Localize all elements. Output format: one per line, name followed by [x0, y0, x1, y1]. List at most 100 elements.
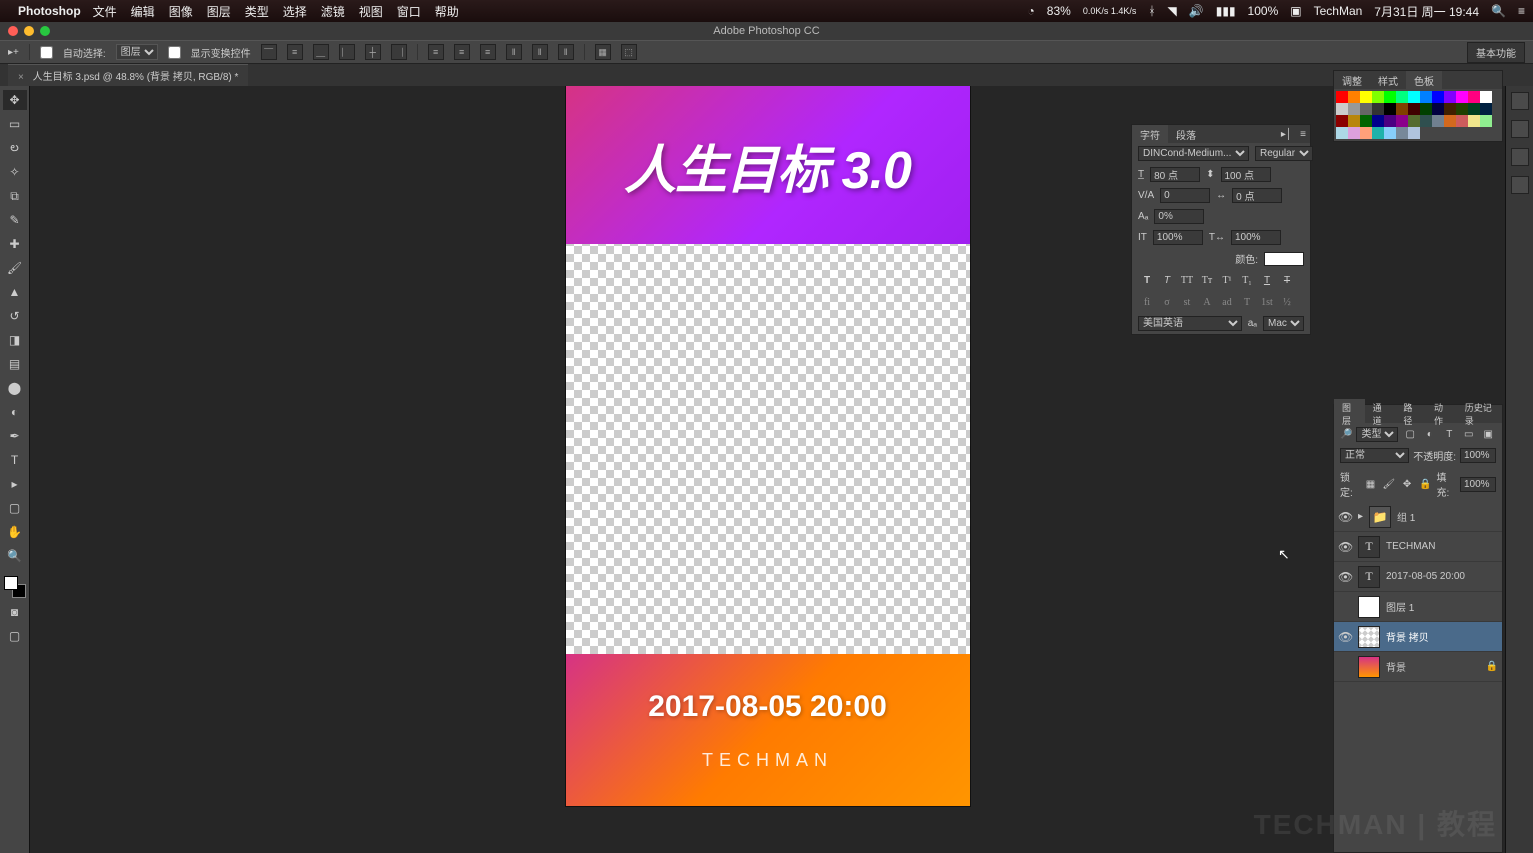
- opentype-fraction-button[interactable]: T: [1238, 294, 1256, 310]
- swatch[interactable]: [1444, 103, 1456, 115]
- hand-tool[interactable]: ✋: [3, 522, 27, 542]
- rectangle-tool[interactable]: ▢: [3, 498, 27, 518]
- swatch[interactable]: [1396, 103, 1408, 115]
- spotlight-icon[interactable]: 🔍: [1491, 4, 1506, 18]
- swatch[interactable]: [1408, 115, 1420, 127]
- lock-position-icon[interactable]: ✥: [1400, 476, 1414, 492]
- swatch[interactable]: [1384, 127, 1396, 139]
- swatch[interactable]: [1360, 127, 1372, 139]
- layer-thumbnail[interactable]: [1358, 656, 1380, 678]
- swatch[interactable]: [1396, 127, 1408, 139]
- status-date[interactable]: 7月31日 周一 19:44: [1374, 3, 1479, 20]
- swatch[interactable]: [1348, 115, 1360, 127]
- opentype-st-button[interactable]: st: [1178, 294, 1196, 310]
- path-selection-tool[interactable]: ▸: [3, 474, 27, 494]
- character-panel[interactable]: 字符 段落 ▸│ ≡ DINCond-Medium... Regular T̲ …: [1131, 124, 1311, 335]
- swatch[interactable]: [1432, 103, 1444, 115]
- group-expand-icon[interactable]: ▸: [1358, 511, 1363, 522]
- swatch[interactable]: [1468, 103, 1480, 115]
- opentype-ordinal-button[interactable]: A: [1198, 294, 1216, 310]
- swatch[interactable]: [1432, 115, 1444, 127]
- document-tab[interactable]: × 人生目标 3.psd @ 48.8% (背景 拷贝, RGB/8) *: [8, 64, 248, 86]
- character-panel-icon[interactable]: [1511, 148, 1529, 166]
- menu-view[interactable]: 视图: [359, 3, 383, 20]
- layer-thumbnail[interactable]: [1358, 596, 1380, 618]
- swatch[interactable]: [1396, 115, 1408, 127]
- swatch[interactable]: [1336, 115, 1348, 127]
- swatch[interactable]: [1336, 103, 1348, 115]
- bluetooth-icon[interactable]: ᚼ: [1148, 4, 1155, 18]
- lock-all-icon[interactable]: 🔒: [1418, 476, 1432, 492]
- foreground-color-swatch[interactable]: [4, 576, 18, 590]
- align-top-edges-icon[interactable]: ⎺: [261, 44, 277, 60]
- fill-input[interactable]: [1460, 477, 1496, 492]
- small-caps-button[interactable]: Tᴛ: [1198, 272, 1216, 288]
- pen-tool[interactable]: ✒: [3, 426, 27, 446]
- swatch[interactable]: [1408, 103, 1420, 115]
- layer-name[interactable]: 背景 拷贝: [1386, 629, 1429, 644]
- filter-pixel-icon[interactable]: ▢: [1402, 426, 1418, 442]
- font-size-input[interactable]: [1150, 167, 1200, 182]
- foreground-background-colors[interactable]: [4, 576, 26, 598]
- swatch[interactable]: [1372, 115, 1384, 127]
- vscale-input[interactable]: [1153, 230, 1203, 245]
- layer-row[interactable]: 背景🔒: [1334, 652, 1502, 682]
- swatches-panel[interactable]: 调整 样式 色板: [1333, 70, 1503, 142]
- menu-select[interactable]: 选择: [283, 3, 307, 20]
- filter-shape-icon[interactable]: ▭: [1461, 426, 1477, 442]
- status-compass-icon[interactable]: ◔: [1028, 4, 1035, 18]
- minimize-window-button[interactable]: [24, 26, 34, 36]
- swatch[interactable]: [1456, 91, 1468, 103]
- swatch[interactable]: [1348, 91, 1360, 103]
- swatch[interactable]: [1384, 115, 1396, 127]
- swatch[interactable]: [1372, 91, 1384, 103]
- clone-stamp-tool[interactable]: ▲: [3, 282, 27, 302]
- magic-wand-tool[interactable]: ✧: [3, 162, 27, 182]
- swatch[interactable]: [1480, 115, 1492, 127]
- layer-name[interactable]: 2017-08-05 20:00: [1386, 571, 1465, 582]
- layer-name[interactable]: 背景: [1386, 659, 1406, 674]
- input-source-icon[interactable]: ▣: [1290, 4, 1301, 18]
- distribute-right-icon[interactable]: ‖: [558, 44, 574, 60]
- swatch[interactable]: [1336, 127, 1348, 139]
- swatch[interactable]: [1456, 115, 1468, 127]
- layer-row[interactable]: 👁背景 拷贝: [1334, 622, 1502, 652]
- app-name[interactable]: Photoshop: [18, 4, 81, 18]
- menu-filter[interactable]: 滤镜: [321, 3, 345, 20]
- dodge-tool[interactable]: ◐: [3, 402, 27, 422]
- layer-filter-dropdown[interactable]: 类型: [1356, 427, 1398, 442]
- show-transform-checkbox[interactable]: [168, 46, 181, 59]
- screen-mode-tool[interactable]: ▢: [3, 626, 27, 646]
- menu-edit[interactable]: 编辑: [131, 3, 155, 20]
- swatch[interactable]: [1420, 91, 1432, 103]
- swatch[interactable]: [1480, 103, 1492, 115]
- gradient-tool[interactable]: ▤: [3, 354, 27, 374]
- swatch[interactable]: [1360, 91, 1372, 103]
- swatch[interactable]: [1348, 127, 1360, 139]
- panel-menu-icon[interactable]: ≡: [1296, 129, 1310, 140]
- layer-thumbnail[interactable]: T: [1358, 536, 1380, 558]
- layer-name[interactable]: 组 1: [1397, 509, 1415, 524]
- swatch[interactable]: [1348, 103, 1360, 115]
- marquee-tool[interactable]: ▭: [3, 114, 27, 134]
- swatch[interactable]: [1444, 91, 1456, 103]
- opentype-swash-button[interactable]: σ: [1158, 294, 1176, 310]
- layer-row[interactable]: 👁TTECHMAN: [1334, 532, 1502, 562]
- document-canvas[interactable]: 人生目标 3.0 2017-08-05 20:00 TECHMAN: [566, 86, 970, 806]
- zoom-window-button[interactable]: [40, 26, 50, 36]
- kerning-input[interactable]: [1160, 188, 1210, 203]
- layer-thumbnail[interactable]: [1358, 626, 1380, 648]
- eyedropper-tool[interactable]: ✎: [3, 210, 27, 230]
- volume-icon[interactable]: 🔊: [1189, 4, 1204, 18]
- swatch[interactable]: [1408, 127, 1420, 139]
- blend-mode-dropdown[interactable]: 正常: [1340, 448, 1409, 463]
- type-tool[interactable]: T: [3, 450, 27, 470]
- menu-type[interactable]: 类型: [245, 3, 269, 20]
- lasso-tool[interactable]: ల: [3, 138, 27, 158]
- swatch[interactable]: [1372, 127, 1384, 139]
- menu-help[interactable]: 帮助: [435, 3, 459, 20]
- close-window-button[interactable]: [8, 26, 18, 36]
- layer-name[interactable]: 图层 1: [1386, 599, 1414, 614]
- distribute-vcenter-icon[interactable]: ≡: [454, 44, 470, 60]
- swatch[interactable]: [1384, 91, 1396, 103]
